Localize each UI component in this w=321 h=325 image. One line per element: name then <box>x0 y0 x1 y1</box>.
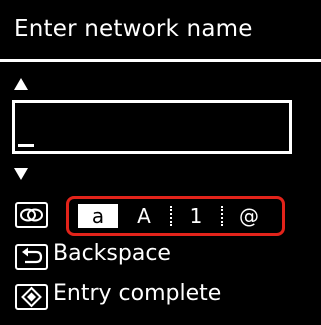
mode-uppercase-label: A <box>137 204 151 228</box>
mode-symbols-label: @ <box>239 204 259 228</box>
page-title: Enter network name <box>14 16 253 42</box>
title-bar: Enter network name <box>0 0 321 62</box>
backspace-label: Backspace <box>53 241 171 266</box>
input-mode-selector[interactable]: a A 1 @ <box>66 196 285 236</box>
back-arrow-icon <box>22 247 43 264</box>
mode-key-button[interactable] <box>15 202 48 228</box>
mode-lowercase-label: a <box>91 204 105 228</box>
cycle-icon <box>20 208 43 222</box>
title-divider <box>0 59 321 62</box>
mode-numeric[interactable]: 1 <box>176 204 216 228</box>
printer-lcd-screen: Enter network name a A 1 @ Backspace Ent… <box>0 0 321 325</box>
network-name-input[interactable] <box>12 100 292 154</box>
ok-diamond-icon <box>21 286 42 308</box>
mode-uppercase[interactable]: A <box>124 204 164 228</box>
mode-numeric-label: 1 <box>189 204 203 228</box>
back-key-button[interactable] <box>15 244 48 270</box>
ok-key-button[interactable] <box>15 284 48 310</box>
up-arrow-icon[interactable] <box>14 78 28 90</box>
mode-symbols[interactable]: @ <box>229 204 269 228</box>
entry-complete-label: Entry complete <box>53 281 222 306</box>
mode-separator <box>170 206 172 226</box>
text-cursor <box>18 144 34 147</box>
mode-lowercase[interactable]: a <box>78 204 118 228</box>
mode-separator <box>221 206 223 226</box>
down-arrow-icon[interactable] <box>14 168 28 180</box>
